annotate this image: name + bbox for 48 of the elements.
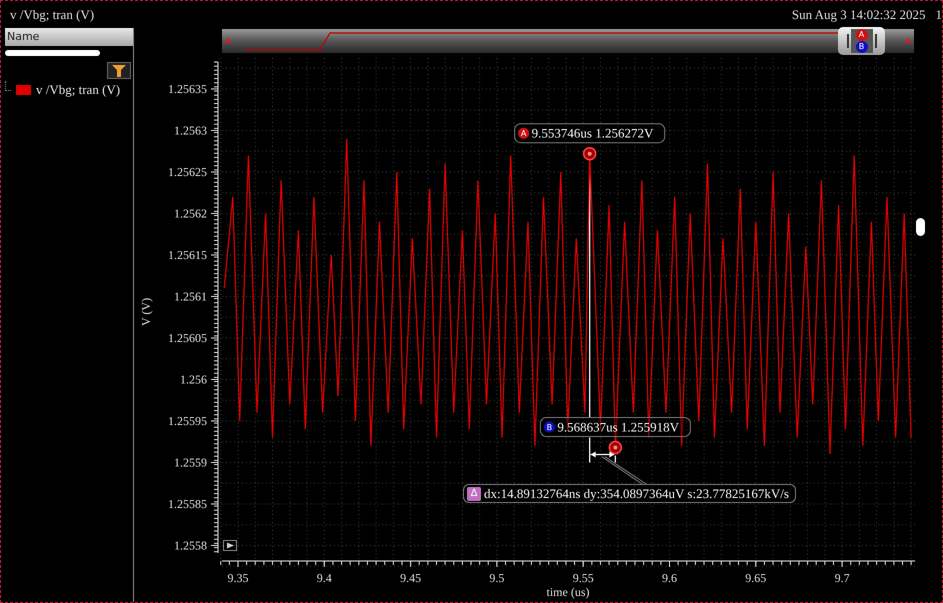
cursor-readout: 9.553746us 1.256272V (532, 126, 654, 141)
play-icon[interactable] (223, 540, 237, 551)
legend-item[interactable]: v /Vbg; tran (V) (36, 80, 120, 100)
cursor-a-badge: A (856, 29, 868, 41)
x-tick-label: 9.4 (316, 571, 332, 585)
y-tick-label: 1.2562 (174, 206, 207, 220)
cursor-point-marker[interactable] (582, 146, 596, 160)
y-tick-label: 1.2559 (174, 455, 207, 470)
y-axis-label: V (V) (139, 298, 153, 326)
y-tick-label: 1.25595 (168, 414, 207, 428)
y-tick-label: 1.2561 (174, 289, 207, 304)
overview-bar[interactable] (222, 29, 914, 53)
y-tick-label: 1.25605 (168, 330, 207, 345)
scroll-handle[interactable] (916, 218, 925, 236)
delta-readout: dx:14.89132764ns dy:354.0897364uV s:23.77825167kV/s (484, 486, 789, 501)
filter-button[interactable] (107, 62, 131, 79)
cursor-point-marker[interactable] (608, 440, 622, 454)
y-tick-label: 1.25585 (168, 496, 207, 511)
y-tick-label: 1.25625 (168, 164, 207, 179)
scrollbar-thumb[interactable] (5, 50, 100, 56)
x-axis-label: time (us) (546, 585, 590, 599)
x-tick-label: 9.7 (834, 571, 850, 585)
y-tick-label: 1.25615 (168, 248, 207, 262)
x-tick-label: 9.5 (489, 571, 504, 585)
timestamp: Sun Aug 3 14:02:32 2025 (792, 6, 926, 24)
filter-icon (112, 64, 126, 76)
cursor-b-badge: B (856, 41, 868, 53)
y-tick-label: 1.25635 (168, 82, 207, 96)
cursor-badge: B (544, 422, 555, 433)
y-tick-label: 1.2558 (174, 538, 207, 552)
x-tick-label: 9.55 (572, 571, 594, 585)
y-tick-label: 1.2563 (174, 123, 207, 138)
x-tick-label: 9.6 (662, 571, 677, 585)
y-tick-label: 1.256 (180, 372, 207, 386)
window-title: v /Vbg; tran (V) (10, 6, 94, 24)
cursor-handle[interactable]: A B (838, 27, 885, 55)
left-arrow-icon (224, 38, 230, 44)
x-tick-label: 9.45 (400, 571, 422, 585)
column-header[interactable]: Name (5, 28, 133, 46)
x-tick-label: 9.65 (745, 571, 766, 585)
leader-line (601, 456, 646, 484)
x-tick-label: 9.35 (228, 571, 248, 585)
right-arrow-icon (906, 38, 912, 44)
cursor-line[interactable] (614, 456, 616, 463)
timestamp: 1 (936, 6, 942, 24)
delta-arrow-drawing (590, 452, 614, 458)
cursor-badge: A (518, 128, 530, 139)
delta-badge: Δ (467, 486, 481, 500)
